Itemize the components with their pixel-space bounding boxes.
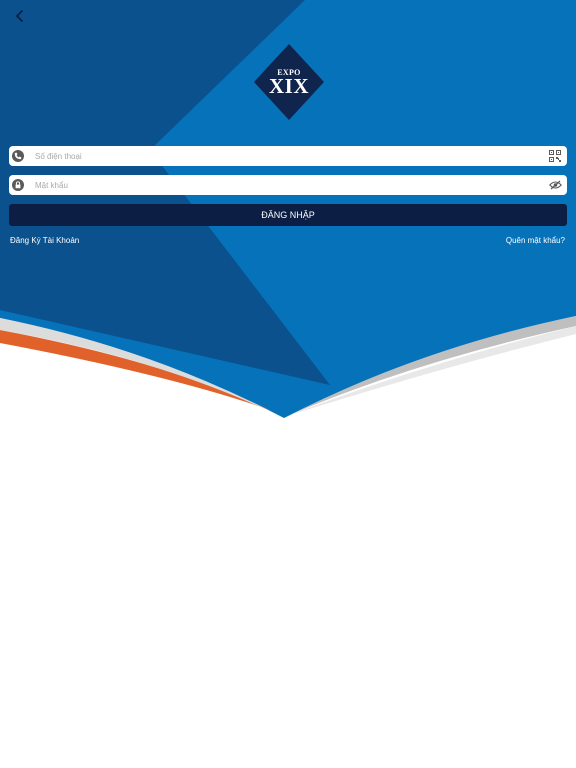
- chevron-left-icon: [16, 10, 23, 22]
- brand-logo: EXPO XIX: [254, 44, 324, 120]
- forgot-password-link[interactable]: Quên mật khẩu?: [506, 236, 565, 245]
- register-link[interactable]: Đăng Ký Tài Khoản: [10, 236, 79, 245]
- password-field[interactable]: [9, 175, 567, 195]
- lock-icon: [12, 179, 24, 191]
- password-input[interactable]: [35, 176, 548, 194]
- phone-icon: [12, 150, 24, 162]
- logo-brand-main: XIX: [268, 74, 309, 98]
- phone-field[interactable]: [9, 146, 567, 166]
- eye-off-icon[interactable]: [548, 178, 562, 192]
- phone-input[interactable]: [35, 147, 548, 165]
- back-button[interactable]: [10, 6, 30, 26]
- login-button[interactable]: ĐĂNG NHẬP: [9, 204, 567, 226]
- qr-code-icon[interactable]: [548, 149, 562, 163]
